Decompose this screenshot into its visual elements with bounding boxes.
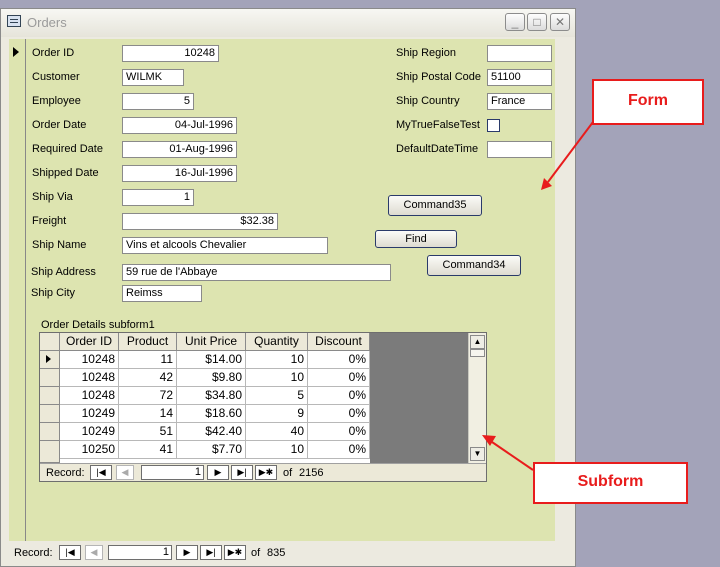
subform-arrow-line	[491, 441, 534, 471]
annotation-arrows	[482, 121, 594, 471]
form-arrow-line	[547, 121, 594, 183]
